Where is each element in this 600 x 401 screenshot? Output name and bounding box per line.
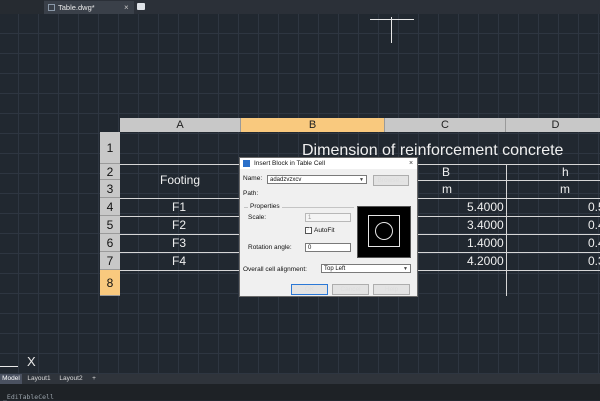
- unit-b[interactable]: m: [442, 182, 452, 196]
- dialog-title: Insert Block in Table Cell: [254, 160, 326, 167]
- chevron-down-icon: ▼: [359, 177, 364, 183]
- column-header-c[interactable]: C: [385, 118, 506, 132]
- header-h[interactable]: h: [562, 165, 569, 179]
- rotation-label: Rotation angle:: [248, 244, 292, 251]
- row-header-1[interactable]: 1: [100, 132, 120, 164]
- block-name-combo[interactable]: adadzvzxcv ▼: [267, 175, 367, 184]
- cancel-button[interactable]: Cancel: [332, 284, 369, 295]
- command-line[interactable]: _EdiTableCell: [0, 384, 600, 401]
- add-layout-button[interactable]: +: [88, 374, 100, 384]
- ok-button[interactable]: OK: [291, 284, 328, 295]
- alignment-value: Top Left: [324, 266, 346, 272]
- header-footing[interactable]: Footing: [160, 173, 200, 187]
- tab-layout2[interactable]: Layout2: [56, 374, 86, 384]
- row-header-5[interactable]: 5: [100, 216, 120, 234]
- cell-b[interactable]: 5.4000: [467, 200, 504, 214]
- crosshair-cursor-icon: [391, 17, 392, 43]
- alignment-combo[interactable]: Top Left ▼: [321, 264, 411, 273]
- row-header-4[interactable]: 4: [100, 198, 120, 216]
- path-label: Path:: [243, 190, 259, 197]
- close-icon[interactable]: ×: [409, 158, 413, 169]
- grid-line: [506, 164, 507, 296]
- autofit-checkbox[interactable]: ✓: [305, 227, 312, 234]
- tab-table-dwg[interactable]: Table.dwg* ×: [44, 1, 134, 14]
- row-header-3[interactable]: 3: [100, 180, 120, 198]
- cell-b[interactable]: 1.4000: [467, 236, 504, 250]
- column-header-a[interactable]: A: [120, 118, 241, 132]
- crosshair-cursor-arm: [370, 19, 414, 20]
- cell-name[interactable]: F2: [172, 218, 186, 232]
- tab-model[interactable]: Model: [0, 374, 22, 384]
- tab-label: Table.dwg*: [58, 3, 95, 12]
- row-header-7[interactable]: 7: [100, 252, 120, 270]
- autofit-label: AutoFit: [314, 227, 335, 234]
- block-name-value: adadzvzxcv: [270, 177, 302, 183]
- block-preview: [357, 206, 411, 258]
- scale-input[interactable]: 1: [305, 213, 351, 222]
- cell-name[interactable]: F3: [172, 236, 186, 250]
- tab-bar-spacer: [0, 0, 44, 14]
- dialog-title-bar[interactable]: Insert Block in Table Cell ×: [240, 158, 417, 169]
- alignment-label: Overall cell alignment:: [243, 266, 307, 273]
- cell-b[interactable]: 4.2000: [467, 254, 504, 268]
- cell-b[interactable]: 3.4000: [467, 218, 504, 232]
- row-header-2[interactable]: 2: [100, 164, 120, 180]
- cell-h[interactable]: 0.3: [588, 254, 600, 268]
- column-header-b[interactable]: B: [241, 118, 385, 132]
- header-b[interactable]: B: [442, 165, 450, 179]
- chevron-down-icon: ▼: [403, 266, 408, 272]
- close-icon[interactable]: ×: [124, 1, 129, 14]
- unit-h[interactable]: m: [560, 182, 570, 196]
- column-header-d[interactable]: D: [506, 118, 600, 132]
- row-header-8[interactable]: 8: [100, 270, 120, 296]
- help-button[interactable]: Help: [373, 284, 410, 295]
- cell-h[interactable]: 0.4: [588, 236, 600, 250]
- cell-name[interactable]: F1: [172, 200, 186, 214]
- scale-label: Scale:: [248, 214, 267, 221]
- tab-layout1[interactable]: Layout1: [24, 374, 54, 384]
- new-tab-icon[interactable]: [137, 3, 145, 10]
- document-tab-bar: Table.dwg* ×: [0, 0, 600, 14]
- drawing-file-icon: [48, 4, 55, 11]
- cell-h[interactable]: 0.5: [588, 200, 600, 214]
- cell-h[interactable]: 0.4: [588, 218, 600, 232]
- ucs-axis-icon: [0, 366, 18, 367]
- cell-name[interactable]: F4: [172, 254, 186, 268]
- row-header-6[interactable]: 6: [100, 234, 120, 252]
- properties-label: Properties: [248, 203, 282, 210]
- layout-tab-bar: Model Layout1 Layout2 +: [0, 374, 600, 384]
- name-label: Name:: [243, 175, 263, 182]
- browse-button[interactable]: Browse...: [373, 175, 409, 186]
- preview-circle-shape: [375, 222, 393, 240]
- ucs-x-label: X: [27, 354, 36, 369]
- rotation-input[interactable]: 0: [305, 243, 351, 252]
- app-icon: [243, 160, 250, 167]
